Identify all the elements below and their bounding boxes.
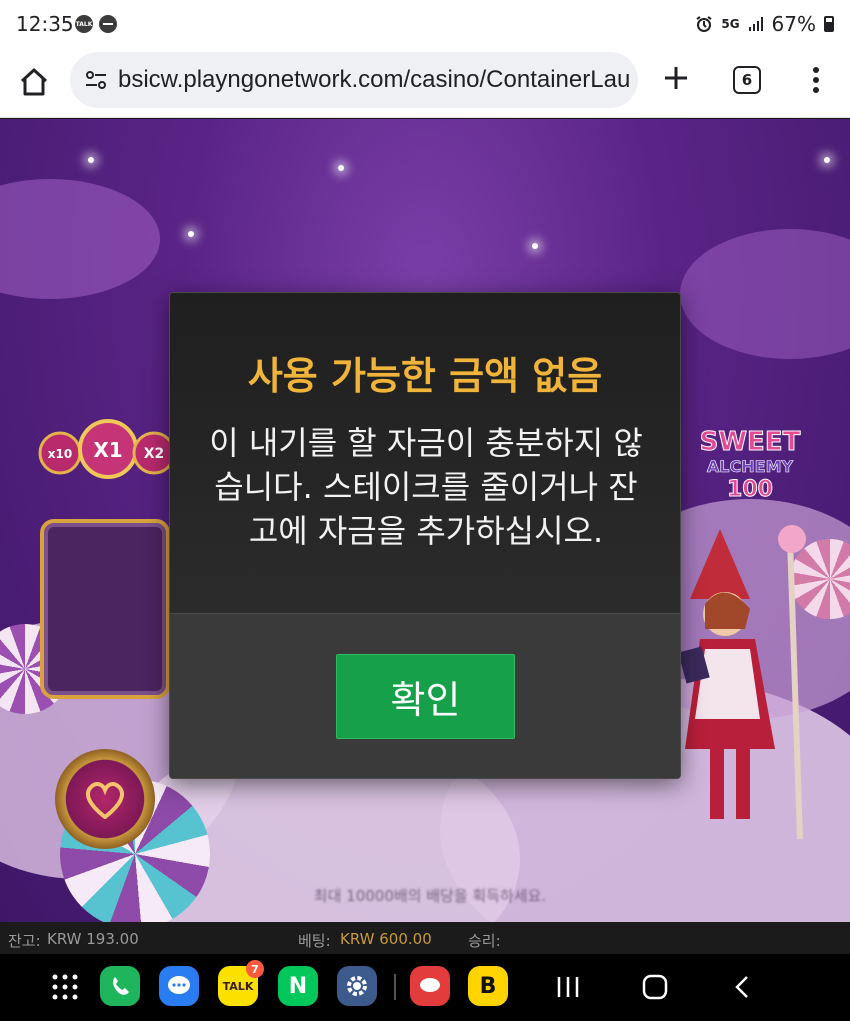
insufficient-funds-dialog: 사용 가능한 금액 없음 이 내기를 할 자금이 충분하지 않 습니다. 스테이… bbox=[169, 292, 681, 779]
address-bar[interactable]: bsicw.playngonetwork.com/casino/Containe… bbox=[70, 52, 638, 108]
game-info-bar: 잔고: KRW 193.00 베팅: KRW 600.00 승리: bbox=[0, 922, 850, 954]
logo-sweet: SWEET bbox=[700, 427, 801, 457]
url-text: bsicw.playngonetwork.com/casino/Containe… bbox=[118, 66, 631, 93]
recents-nav-icon[interactable] bbox=[556, 974, 580, 1000]
tab-switcher-button[interactable]: 6 bbox=[733, 66, 761, 94]
balance-label: 잔고: bbox=[8, 932, 41, 950]
cloud bbox=[0, 179, 160, 299]
kakaotalk-app-icon[interactable]: TALK 7 bbox=[218, 960, 264, 1006]
kakaotalk-label: TALK bbox=[222, 979, 254, 993]
chat-bubble-icon bbox=[168, 976, 190, 994]
home-icon[interactable] bbox=[16, 64, 52, 100]
dialog-title: 사용 가능한 금액 없음 bbox=[247, 354, 603, 398]
witch-character bbox=[680, 525, 806, 839]
phone-icon bbox=[113, 977, 129, 995]
dialog-message-line: 고에 자금을 추가하십시오. bbox=[248, 512, 604, 550]
logo-100: 100 bbox=[727, 477, 773, 502]
cloud bbox=[680, 229, 850, 359]
phone-app-icon[interactable] bbox=[100, 966, 140, 1006]
new-tab-icon[interactable] bbox=[660, 62, 692, 94]
heart-badge bbox=[55, 749, 155, 849]
multiplier-next: X2 bbox=[144, 446, 165, 462]
kakaotalk-notification-icon: TALK bbox=[75, 15, 93, 33]
gear-icon bbox=[347, 976, 367, 996]
multiplier-display: x10 X1 X2 bbox=[38, 419, 176, 479]
sparkle bbox=[188, 231, 194, 237]
sparkle bbox=[532, 243, 538, 249]
sparkle bbox=[824, 157, 830, 163]
recent-app-icon[interactable] bbox=[410, 966, 450, 1006]
reel-frame bbox=[40, 519, 170, 699]
logo-alchemy: ALCHEMY bbox=[707, 457, 794, 476]
status-time: 12:35 bbox=[16, 12, 74, 36]
game-logo: SWEET ALCHEMY 100 bbox=[699, 427, 801, 503]
battery-percent: 67% bbox=[771, 12, 816, 36]
messages-app-icon[interactable] bbox=[159, 966, 199, 1006]
chat-icon bbox=[420, 978, 440, 992]
android-nav-bar: TALK 7 N B bbox=[0, 954, 850, 1021]
notification-badge: 7 bbox=[246, 960, 264, 978]
notification-icons: TALK bbox=[75, 15, 117, 33]
dialog-message-line: 습니다. 스테이크를 줄이거나 잔 bbox=[214, 468, 638, 506]
dock-divider bbox=[394, 974, 396, 1000]
screen: 12:35 TALK 5G 67% bsicw.playngonetwork.c… bbox=[0, 0, 850, 1021]
balance-value: KRW 193.00 bbox=[47, 930, 139, 948]
naver-app-icon[interactable]: N bbox=[278, 966, 318, 1006]
sparkle bbox=[88, 157, 94, 163]
network-type: 5G bbox=[721, 17, 740, 31]
bet-value: KRW 600.00 bbox=[340, 930, 432, 948]
battery-icon bbox=[824, 16, 834, 32]
dialog-message-line: 이 내기를 할 자금이 충분하지 않 bbox=[209, 424, 643, 462]
alarm-icon bbox=[696, 16, 712, 32]
multiplier-active: X1 bbox=[93, 438, 122, 462]
win-label: 승리: bbox=[468, 932, 501, 950]
background-hint-text: 최대 10000배의 배당을 획득하세요. bbox=[313, 887, 547, 905]
signal-icon bbox=[748, 17, 763, 31]
multiplier-low: x10 bbox=[48, 447, 72, 461]
heart-icon bbox=[86, 782, 124, 819]
dialog-message: 이 내기를 할 자금이 충분하지 않 습니다. 스테이크를 줄이거나 잔 고에 … bbox=[196, 421, 656, 553]
bet-label: 베팅: bbox=[298, 932, 331, 950]
confirm-button[interactable]: 확인 bbox=[336, 654, 515, 739]
browser-toolbar: bsicw.playngonetwork.com/casino/Containe… bbox=[0, 50, 850, 118]
site-settings-icon[interactable] bbox=[82, 66, 110, 94]
back-nav-icon[interactable] bbox=[732, 974, 752, 1000]
sparkle bbox=[338, 165, 344, 171]
status-right: 5G 67% bbox=[695, 12, 834, 36]
do-not-disturb-icon bbox=[99, 15, 117, 33]
app-drawer-icon[interactable] bbox=[50, 972, 80, 1002]
status-bar: 12:35 TALK 5G 67% bbox=[0, 0, 850, 50]
b-app-icon[interactable]: B bbox=[468, 966, 508, 1006]
more-options-icon[interactable] bbox=[806, 64, 826, 96]
settings-app-icon[interactable] bbox=[337, 966, 377, 1006]
home-nav-icon[interactable] bbox=[642, 974, 668, 1000]
